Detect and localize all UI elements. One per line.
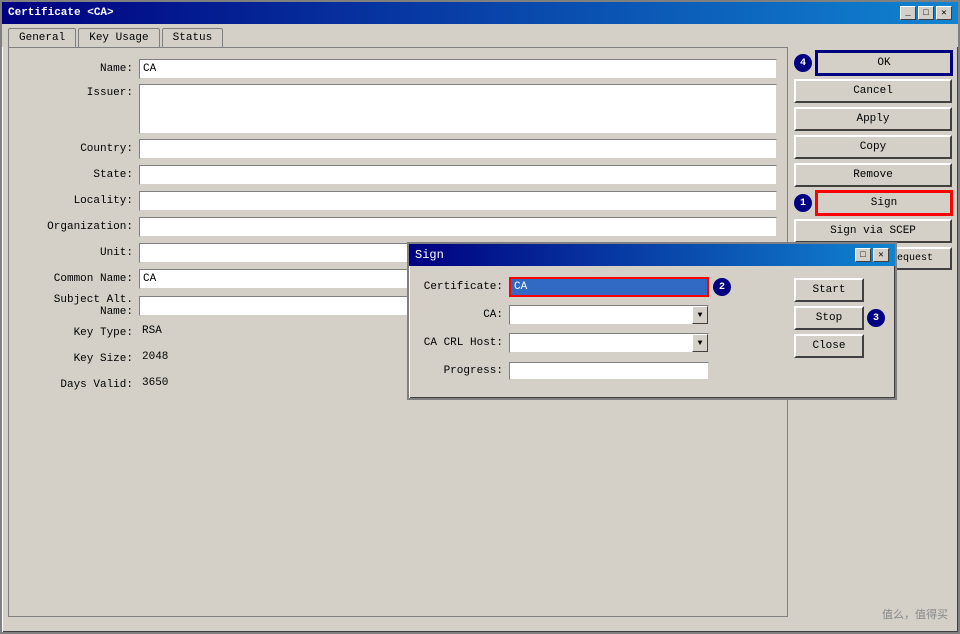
dialog-cacrlhost-label: CA CRL Host:	[419, 337, 509, 349]
dialog-title: Sign	[415, 248, 444, 262]
country-input[interactable]	[139, 139, 777, 159]
title-bar-buttons: _ □ ✕	[900, 6, 952, 20]
tab-bar: General Key Usage Status	[2, 24, 958, 47]
name-input[interactable]	[139, 59, 777, 79]
dialog-title-bar: Sign □ ✕	[409, 244, 895, 266]
daysvalid-label: Days Valid:	[19, 379, 139, 391]
dialog-close-button-inner[interactable]: Close	[794, 334, 864, 358]
dialog-stop-button[interactable]: Stop	[794, 306, 864, 330]
sign-badge: 1	[794, 194, 812, 212]
tab-key-usage[interactable]: Key Usage	[78, 28, 159, 47]
name-row: Name:	[19, 58, 777, 80]
stop-button-wrapper: Stop 3	[794, 306, 885, 330]
dialog-certificate-input[interactable]	[509, 277, 709, 297]
tab-general[interactable]: General	[8, 28, 76, 47]
dialog-progress-label: Progress:	[419, 365, 509, 377]
dialog-ca-label: CA:	[419, 309, 509, 321]
ok-badge: 4	[794, 54, 812, 72]
dialog-maximize-button[interactable]: □	[855, 248, 871, 262]
dialog-cacrlhost-value	[510, 334, 692, 352]
main-window: Certificate <CA> _ □ ✕ General Key Usage…	[0, 0, 960, 634]
sign-button-wrapper: 1 Sign	[794, 191, 952, 215]
organization-row: Organization:	[19, 216, 777, 238]
country-row: Country:	[19, 138, 777, 160]
locality-label: Locality:	[19, 195, 139, 207]
ca-dropdown-arrow[interactable]: ▼	[692, 306, 708, 324]
dialog-form: Certificate: 2 CA: ▼ CA CRL Ho	[419, 276, 784, 388]
state-row: State:	[19, 164, 777, 186]
organization-input[interactable]	[139, 217, 777, 237]
title-bar: Certificate <CA> _ □ ✕	[2, 2, 958, 24]
organization-label: Organization:	[19, 221, 139, 233]
minimize-button[interactable]: _	[900, 6, 916, 20]
dialog-certificate-row: Certificate: 2	[419, 276, 784, 298]
dialog-progress-bar	[509, 362, 709, 380]
state-input[interactable]	[139, 165, 777, 185]
issuer-label: Issuer:	[19, 84, 139, 99]
dialog-cacrlhost-row: CA CRL Host: ▼	[419, 332, 784, 354]
sign-dialog: Sign □ ✕ Certificate: 2 CA:	[407, 242, 897, 400]
watermark: 值么，值得买	[882, 606, 948, 622]
issuer-input[interactable]	[139, 84, 777, 134]
state-label: State:	[19, 169, 139, 181]
dialog-ca-value	[510, 306, 692, 324]
keytype-label: Key Type:	[19, 327, 139, 339]
cacrlhost-dropdown-arrow[interactable]: ▼	[692, 334, 708, 352]
dialog-close-button[interactable]: ✕	[873, 248, 889, 262]
dialog-ca-row: CA: ▼	[419, 304, 784, 326]
country-label: Country:	[19, 143, 139, 155]
locality-row: Locality:	[19, 190, 777, 212]
tab-status[interactable]: Status	[162, 28, 224, 47]
issuer-row: Issuer:	[19, 84, 777, 134]
apply-button[interactable]: Apply	[794, 107, 952, 131]
commonname-label: Common Name:	[19, 273, 139, 285]
dialog-progress-row: Progress:	[419, 360, 784, 382]
cert-badge: 2	[713, 278, 731, 296]
cancel-button[interactable]: Cancel	[794, 79, 952, 103]
keysize-label: Key Size:	[19, 353, 139, 365]
sign-via-scep-button[interactable]: Sign via SCEP	[794, 219, 952, 243]
locality-input[interactable]	[139, 191, 777, 211]
copy-button[interactable]: Copy	[794, 135, 952, 159]
subjectaltname-label: Subject Alt. Name:	[19, 294, 139, 318]
cert-input-wrapper: 2	[509, 277, 731, 297]
ok-button[interactable]: OK	[816, 51, 952, 75]
ok-button-wrapper: 4 OK	[794, 51, 952, 75]
dialog-cacrlhost-select[interactable]: ▼	[509, 333, 709, 353]
stop-badge: 3	[867, 309, 885, 327]
sign-button[interactable]: Sign	[816, 191, 952, 215]
maximize-button[interactable]: □	[918, 6, 934, 20]
dialog-ca-select[interactable]: ▼	[509, 305, 709, 325]
dialog-certificate-label: Certificate:	[419, 281, 509, 293]
dialog-start-button[interactable]: Start	[794, 278, 864, 302]
name-label: Name:	[19, 63, 139, 75]
dialog-title-buttons: □ ✕	[855, 248, 889, 262]
close-button[interactable]: ✕	[936, 6, 952, 20]
dialog-buttons: Start Stop 3 Close	[794, 276, 885, 388]
remove-button[interactable]: Remove	[794, 163, 952, 187]
dialog-content: Certificate: 2 CA: ▼ CA CRL Ho	[409, 266, 895, 398]
window-title: Certificate <CA>	[8, 7, 114, 19]
unit-label: Unit:	[19, 247, 139, 259]
